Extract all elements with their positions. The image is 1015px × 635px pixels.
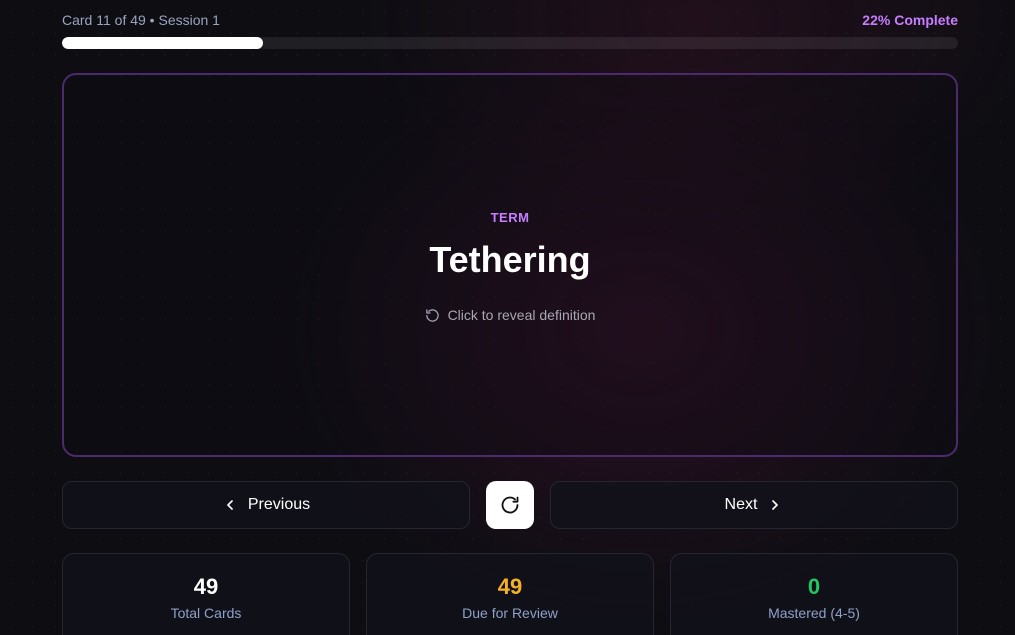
stat-label: Mastered (4-5) — [768, 605, 860, 621]
next-button[interactable]: Next — [550, 481, 958, 529]
previous-button[interactable]: Previous — [62, 481, 470, 529]
stat-value: 0 — [807, 574, 821, 599]
reveal-hint: Click to reveal definition — [64, 307, 956, 323]
stat-total-cards: 49 Total Cards — [62, 553, 350, 635]
rotate-icon — [425, 308, 439, 322]
stat-label: Total Cards — [170, 605, 242, 621]
progress-bar — [62, 37, 958, 49]
stat-value: 49 — [497, 574, 523, 599]
stat-due-for-review: 49 Due for Review — [366, 553, 654, 635]
progress-bar-fill — [62, 37, 263, 49]
stat-value: 49 — [193, 574, 219, 599]
previous-button-label: Previous — [247, 496, 311, 513]
card-term: Tethering — [429, 239, 591, 280]
card-position-text: Card 11 of 49 • Session 1 — [62, 12, 220, 28]
stat-label: Due for Review — [462, 605, 558, 621]
next-button-label: Next — [724, 496, 758, 513]
reveal-hint-text: Click to reveal definition — [447, 307, 596, 323]
completion-percentage: 22% Complete — [862, 12, 958, 28]
session-header: Card 11 of 49 • Session 1 22% Complete — [62, 11, 958, 29]
stat-mastered: 0 Mastered (4-5) — [670, 553, 958, 635]
card-type-label: TERM — [490, 210, 530, 225]
rotate-icon — [501, 496, 519, 514]
chevron-left-icon — [227, 500, 233, 510]
flip-card-button[interactable] — [486, 481, 534, 529]
flashcard[interactable]: TERM Tethering Click to reveal definitio… — [62, 73, 958, 457]
chevron-right-icon — [772, 500, 779, 510]
